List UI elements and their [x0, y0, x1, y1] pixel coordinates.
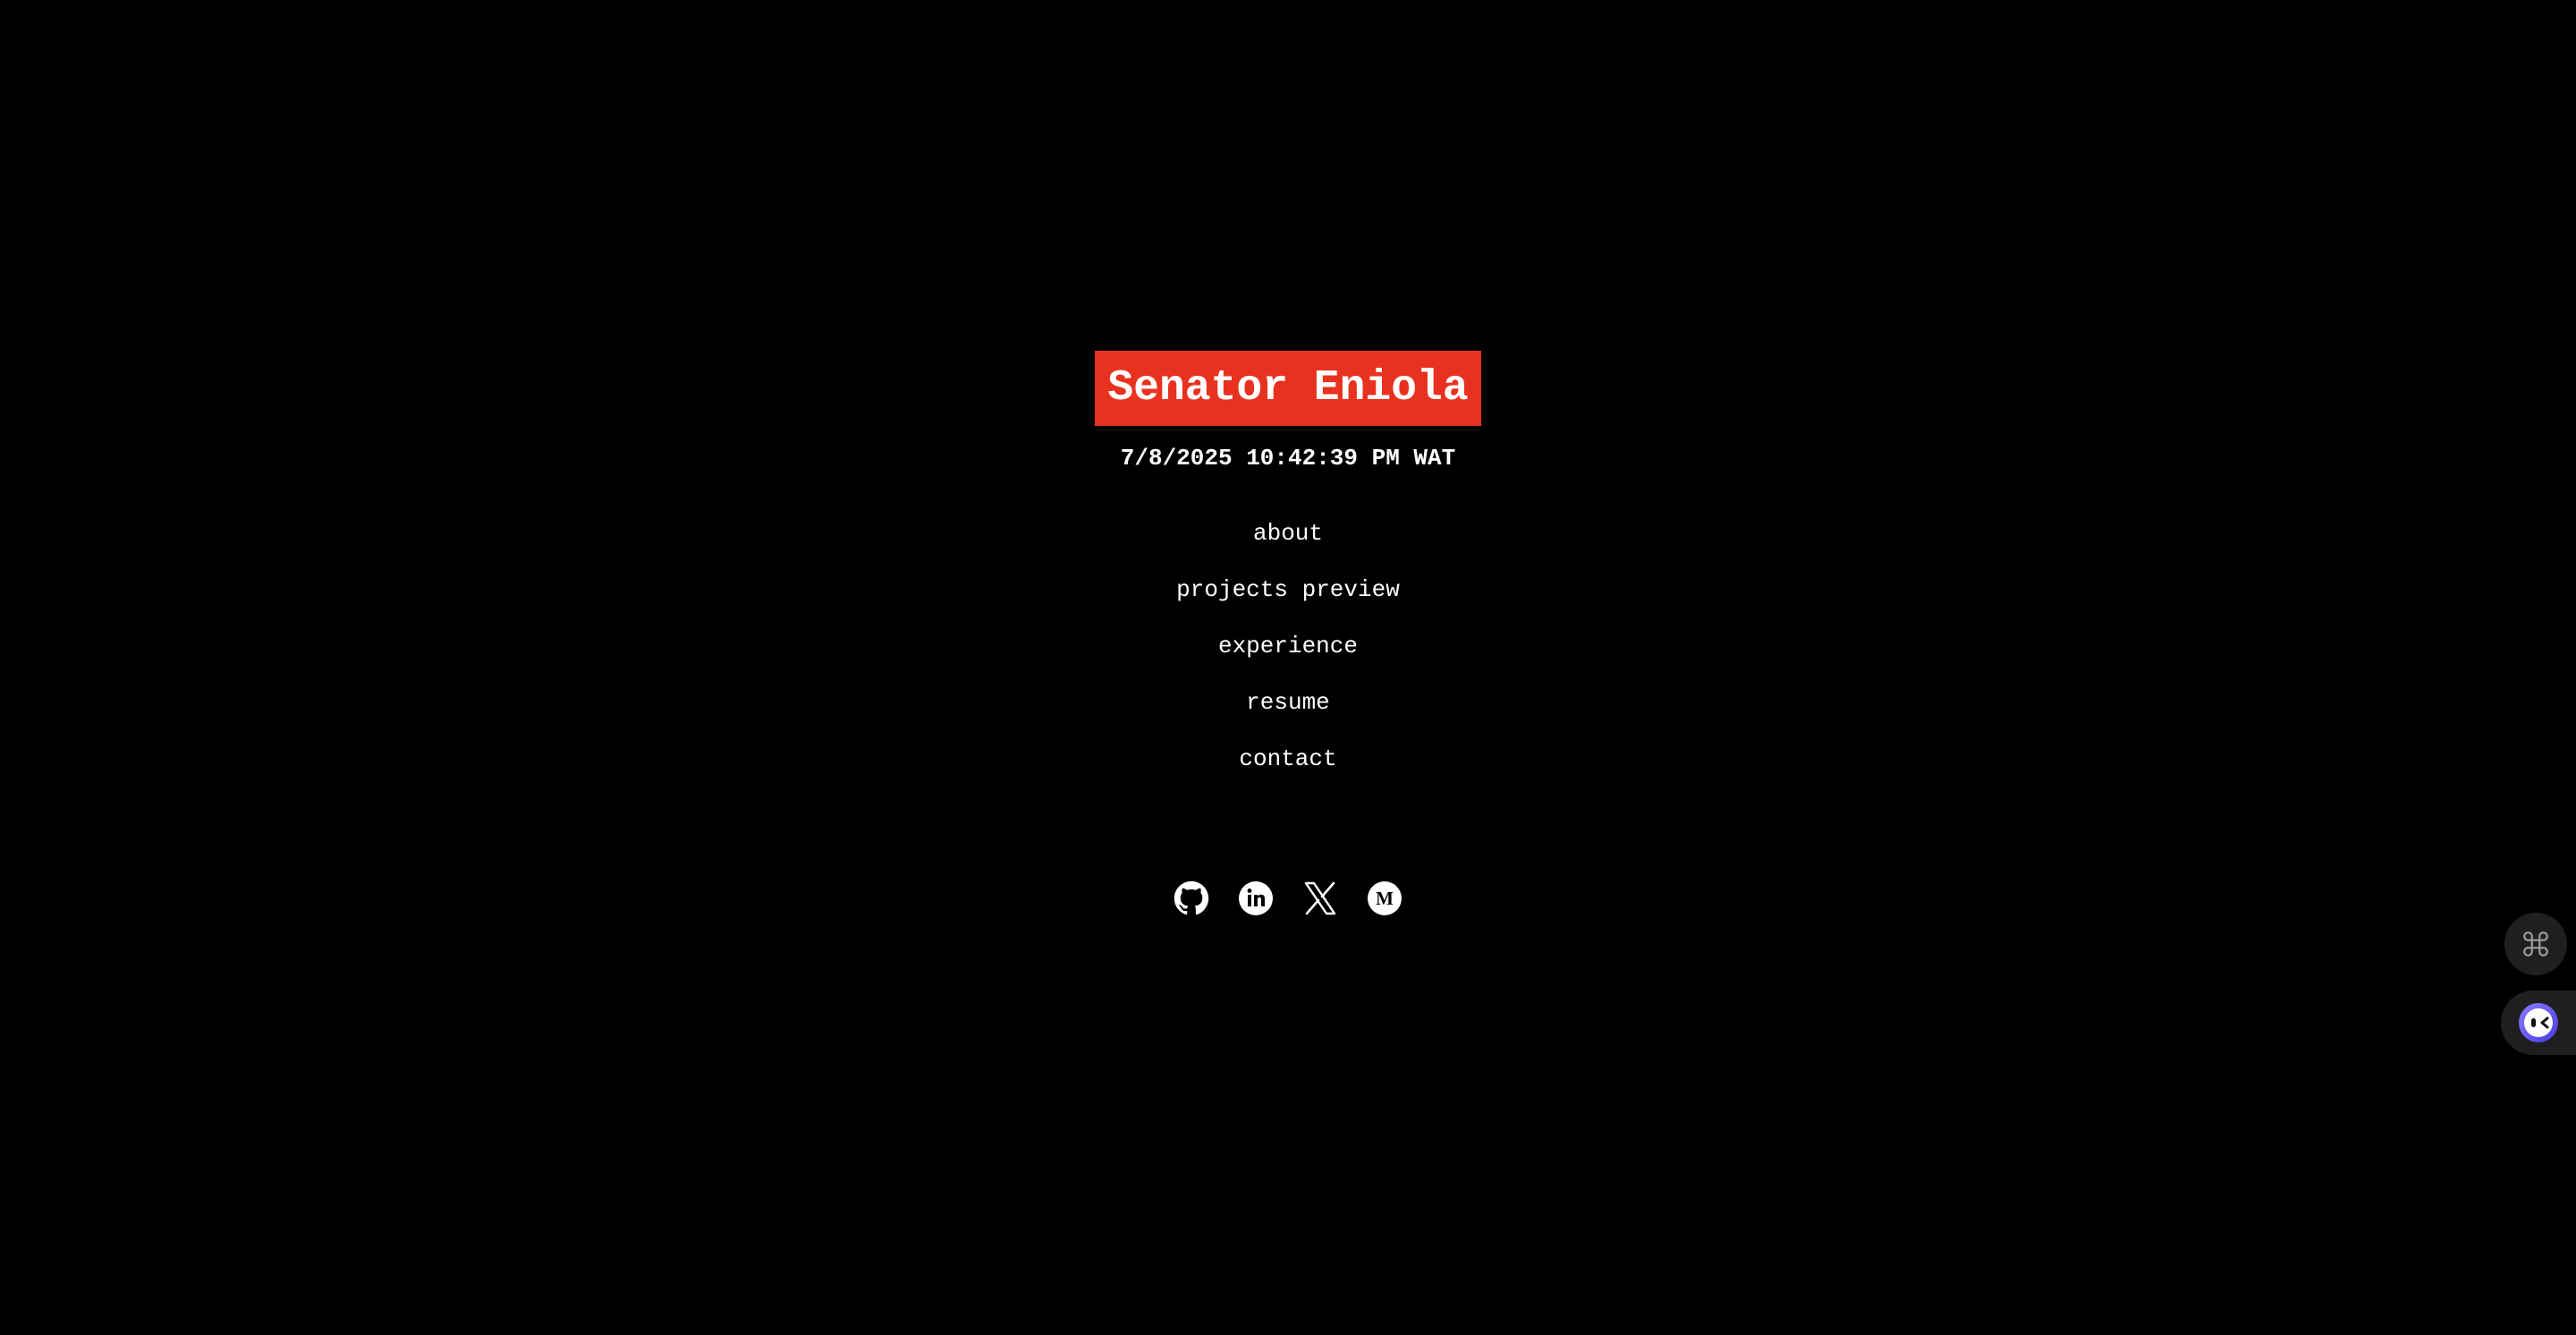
main-nav: about projects preview experience resume… — [1176, 517, 1400, 799]
nav-link-about[interactable]: about — [1253, 517, 1323, 549]
medium-icon[interactable]: M — [1367, 880, 1402, 916]
social-links: M — [1174, 880, 1402, 916]
github-icon[interactable] — [1174, 880, 1209, 916]
hero: Senator Eniola 7/8/2025 10:42:39 PM WAT … — [0, 351, 2576, 916]
assistant-button[interactable] — [2501, 991, 2576, 1055]
x-icon[interactable] — [1302, 880, 1338, 916]
clock-datetime: 7/8/2025 10:42:39 PM WAT — [1120, 445, 1456, 472]
page: Senator Eniola 7/8/2025 10:42:39 PM WAT … — [0, 0, 2576, 1335]
nav-link-contact[interactable]: contact — [1239, 743, 1336, 775]
nav-link-experience[interactable]: experience — [1218, 630, 1358, 662]
linkedin-icon[interactable] — [1238, 880, 1274, 916]
svg-text:M: M — [1376, 888, 1394, 909]
name-title: Senator Eniola — [1095, 351, 1481, 426]
nav-link-projects-preview[interactable]: projects preview — [1176, 574, 1400, 606]
command-icon — [2523, 931, 2548, 957]
assistant-icon — [2519, 1003, 2558, 1042]
nav-link-resume[interactable]: resume — [1246, 686, 1330, 719]
command-button[interactable] — [2504, 913, 2567, 975]
